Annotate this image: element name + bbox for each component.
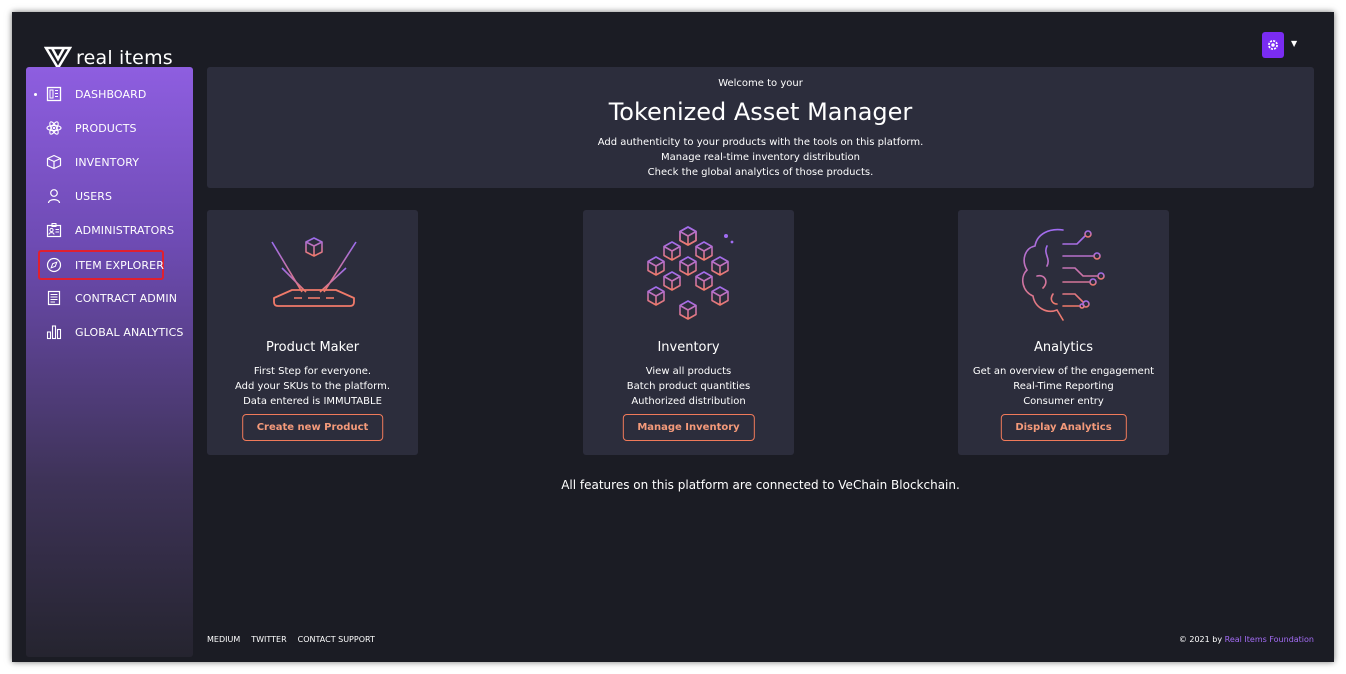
sidebar-item-label: INVENTORY	[75, 155, 140, 169]
user-icon	[46, 188, 62, 204]
bar-chart-icon	[46, 324, 62, 340]
sidebar-item-dashboard[interactable]: DASHBOARD	[34, 80, 166, 108]
card-description: First Step for everyone. Add your SKUs t…	[207, 364, 418, 409]
sidebar-item-label: DASHBOARD	[75, 87, 147, 101]
create-new-product-button[interactable]: Create new Product	[241, 414, 384, 441]
admin-badge-icon	[46, 222, 62, 238]
brain-circuit-illustration-icon	[1021, 228, 1105, 321]
product-maker-card: Product Maker First Step for everyone. A…	[207, 210, 418, 455]
card-line: Data entered is IMMUTABLE	[243, 396, 382, 407]
sidebar-item-label: ITEM EXPLORER	[75, 258, 164, 272]
brand-name: real items	[76, 47, 173, 69]
copyright-prefix: © 2021 by	[1178, 635, 1223, 644]
card-title: Inventory	[657, 340, 720, 355]
inventory-card: Inventory View all products Batch produc…	[583, 210, 794, 455]
welcome-banner: Welcome to your Tokenized Asset Manager …	[207, 67, 1314, 188]
sidebar-item-label: ADMINISTRATORS	[75, 223, 175, 237]
document-icon	[46, 290, 62, 306]
card-title: Analytics	[1033, 340, 1094, 355]
footer-link-twitter[interactable]: TWITTER	[251, 635, 286, 644]
analytics-card: Analytics Get an overview of the engagem…	[958, 210, 1169, 455]
sidebar-item-label: PRODUCTS	[75, 121, 137, 135]
blockchain-tagline: All features on this platform are connec…	[561, 478, 960, 492]
sidebar-item-administrators[interactable]: ADMINISTRATORS	[40, 216, 174, 244]
atom-icon	[46, 120, 62, 136]
sidebar-item-label: GLOBAL ANALYTICS	[75, 325, 184, 339]
manage-inventory-button[interactable]: Manage Inventory	[622, 414, 755, 441]
welcome-line: Manage real-time inventory distribution	[661, 152, 860, 163]
app-window: real items ▼ DASHBOARD PRODUCTS INVENTOR…	[12, 12, 1334, 662]
card-line: Batch product quantities	[626, 381, 751, 392]
product-maker-illustration-icon	[271, 237, 357, 307]
display-analytics-button[interactable]: Display Analytics	[1000, 414, 1127, 441]
card-line: View all products	[645, 366, 732, 377]
card-line: Consumer entry	[1023, 396, 1104, 407]
card-line: Add your SKUs to the platform.	[234, 381, 391, 392]
welcome-pretitle: Welcome to your	[718, 78, 803, 89]
dashboard-icon	[46, 86, 62, 102]
sidebar-item-users[interactable]: USERS	[40, 182, 166, 210]
welcome-line: Add authenticity to your products with t…	[597, 137, 924, 148]
card-description: Get an overview of the engagement Real-T…	[958, 364, 1169, 409]
card-line: Authorized distribution	[631, 396, 746, 407]
copyright: © 2021 by Real Items Foundation	[1179, 635, 1314, 644]
card-line: Real-Time Reporting	[1013, 381, 1114, 392]
welcome-line: Check the global analytics of those prod…	[647, 167, 874, 178]
card-title: Product Maker	[265, 340, 360, 355]
page-title: Tokenized Asset Manager	[608, 98, 913, 126]
sidebar-item-products[interactable]: PRODUCTS	[40, 114, 166, 142]
gear-icon	[1268, 40, 1278, 50]
card-description: View all products Batch product quantiti…	[583, 364, 794, 409]
welcome-description: Add authenticity to your products with t…	[207, 135, 1314, 180]
box-icon	[46, 154, 62, 170]
settings-button[interactable]	[1262, 32, 1284, 58]
sidebar-item-item-explorer[interactable]: ITEM EXPLORER	[38, 250, 164, 280]
footer-link-medium[interactable]: MEDIUM	[207, 635, 240, 644]
card-line: First Step for everyone.	[253, 366, 372, 377]
sidebar-item-label: USERS	[75, 189, 113, 203]
sidebar-item-label: CONTRACT ADMIN	[75, 291, 178, 305]
footer-link-contact-support[interactable]: CONTACT SUPPORT	[298, 635, 375, 644]
sidebar-item-global-analytics[interactable]: GLOBAL ANALYTICS	[40, 318, 183, 346]
footer-links: MEDIUM TWITTER CONTACT SUPPORT	[207, 635, 375, 644]
compass-icon	[46, 257, 62, 273]
sidebar-item-inventory[interactable]: INVENTORY	[40, 148, 166, 176]
inventory-cubes-illustration-icon	[647, 226, 734, 320]
sidebar: DASHBOARD PRODUCTS INVENTORY USERS ADMIN…	[26, 67, 193, 657]
card-line: Get an overview of the engagement	[972, 366, 1155, 377]
copyright-org-link[interactable]: Real Items Foundation	[1225, 635, 1314, 644]
settings-dropdown-caret[interactable]: ▼	[1291, 39, 1297, 48]
sidebar-item-contract-admin[interactable]: CONTRACT ADMIN	[40, 284, 177, 312]
